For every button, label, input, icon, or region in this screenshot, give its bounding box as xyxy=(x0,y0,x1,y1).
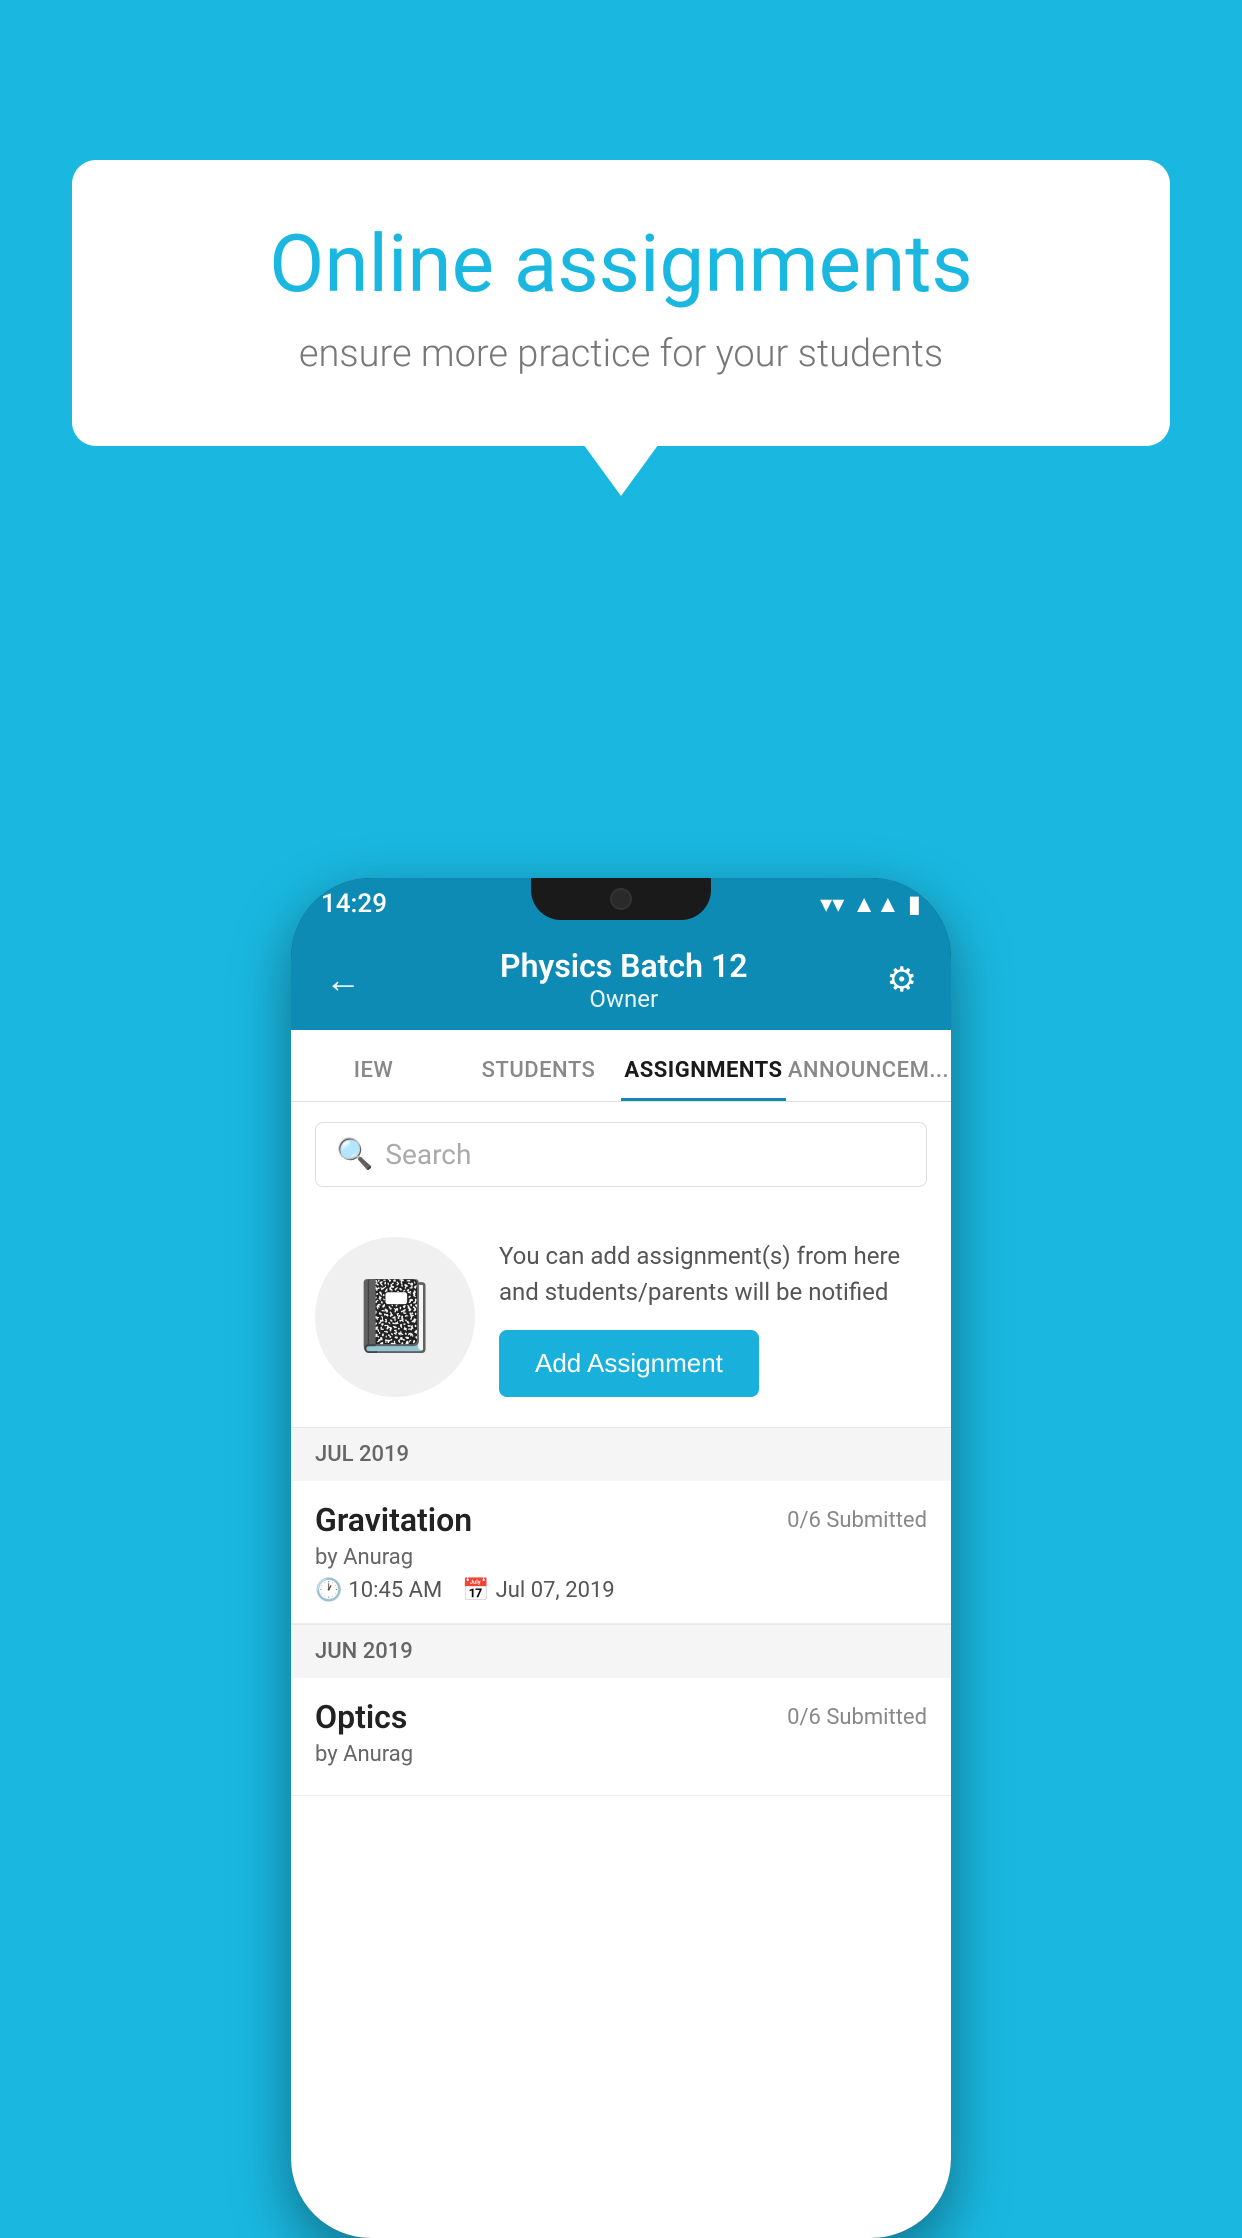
assignment-name-optics: Optics xyxy=(315,1698,407,1736)
assignment-icon-circle: 📓 xyxy=(315,1237,475,1397)
section-header-jun2019: JUN 2019 xyxy=(291,1624,951,1678)
settings-button[interactable]: ⚙ xyxy=(877,950,927,1010)
add-assignment-right: You can add assignment(s) from here and … xyxy=(499,1238,927,1397)
assignment-submitted-optics: 0/6 Submitted xyxy=(787,1705,927,1730)
speech-bubble-container: Online assignments ensure more practice … xyxy=(72,160,1170,446)
battery-icon: ▮ xyxy=(908,890,921,918)
assignment-notebook-icon: 📓 xyxy=(351,1276,438,1358)
assignment-name: Gravitation xyxy=(315,1501,472,1539)
search-placeholder: Search xyxy=(385,1138,471,1171)
add-assignment-description: You can add assignment(s) from here and … xyxy=(499,1238,927,1310)
date-value: Jul 07, 2019 xyxy=(496,1578,615,1603)
add-assignment-button[interactable]: Add Assignment xyxy=(499,1330,759,1397)
search-container: 🔍 Search xyxy=(291,1102,951,1207)
app-bar-subtitle: Owner xyxy=(371,985,877,1013)
tab-assignments[interactable]: ASSIGNMENTS xyxy=(621,1058,786,1101)
calendar-icon: 📅 xyxy=(462,1578,489,1603)
tab-students[interactable]: STUDENTS xyxy=(456,1058,621,1101)
back-button[interactable]: ← xyxy=(315,949,371,1011)
time-value: 10:45 AM xyxy=(348,1578,442,1603)
status-time: 14:29 xyxy=(321,889,387,919)
assignment-submitted: 0/6 Submitted xyxy=(787,1508,927,1533)
speech-bubble-title: Online assignments xyxy=(152,220,1090,308)
assignment-by-optics: by Anurag xyxy=(315,1742,927,1767)
phone-frame: 14:29 ▾▾ ▲▲ ▮ ← Physics Batch 12 Owner ⚙… xyxy=(291,878,951,2238)
signal-icon: ▲▲ xyxy=(852,890,900,919)
add-assignment-section: 📓 You can add assignment(s) from here an… xyxy=(291,1207,951,1427)
assignment-time: 🕐 10:45 AM xyxy=(315,1578,442,1603)
search-icon: 🔍 xyxy=(336,1137,373,1172)
inner-scroll: 🔍 Search 📓 You can add assignment(s) fro… xyxy=(291,1102,951,2238)
assignment-item-gravitation[interactable]: Gravitation 0/6 Submitted by Anurag 🕐 10… xyxy=(291,1481,951,1624)
assignment-top-row-optics: Optics 0/6 Submitted xyxy=(315,1698,927,1736)
search-bar[interactable]: 🔍 Search xyxy=(315,1122,927,1187)
tab-announcements[interactable]: ANNOUNCEM... xyxy=(786,1058,951,1101)
tabs-bar: IEW STUDENTS ASSIGNMENTS ANNOUNCEM... xyxy=(291,1030,951,1102)
assignment-by: by Anurag xyxy=(315,1545,927,1570)
speech-bubble: Online assignments ensure more practice … xyxy=(72,160,1170,446)
clock-icon: 🕐 xyxy=(315,1578,342,1603)
assignment-item-optics[interactable]: Optics 0/6 Submitted by Anurag xyxy=(291,1678,951,1796)
speech-bubble-subtitle: ensure more practice for your students xyxy=(152,332,1090,376)
assignment-date: 📅 Jul 07, 2019 xyxy=(462,1578,614,1603)
wifi-icon: ▾▾ xyxy=(820,890,844,918)
status-icons: ▾▾ ▲▲ ▮ xyxy=(820,890,921,919)
app-bar-title: Physics Batch 12 xyxy=(371,947,877,985)
phone-camera xyxy=(610,888,632,910)
app-bar-title-section: Physics Batch 12 Owner xyxy=(371,947,877,1013)
phone-content: 🔍 Search 📓 You can add assignment(s) fro… xyxy=(291,1102,951,2238)
tab-iew[interactable]: IEW xyxy=(291,1058,456,1101)
assignment-meta: 🕐 10:45 AM 📅 Jul 07, 2019 xyxy=(315,1578,927,1603)
phone-notch xyxy=(531,878,711,920)
app-bar: ← Physics Batch 12 Owner ⚙ xyxy=(291,930,951,1030)
assignment-top-row: Gravitation 0/6 Submitted xyxy=(315,1501,927,1539)
section-header-jul2019: JUL 2019 xyxy=(291,1427,951,1481)
